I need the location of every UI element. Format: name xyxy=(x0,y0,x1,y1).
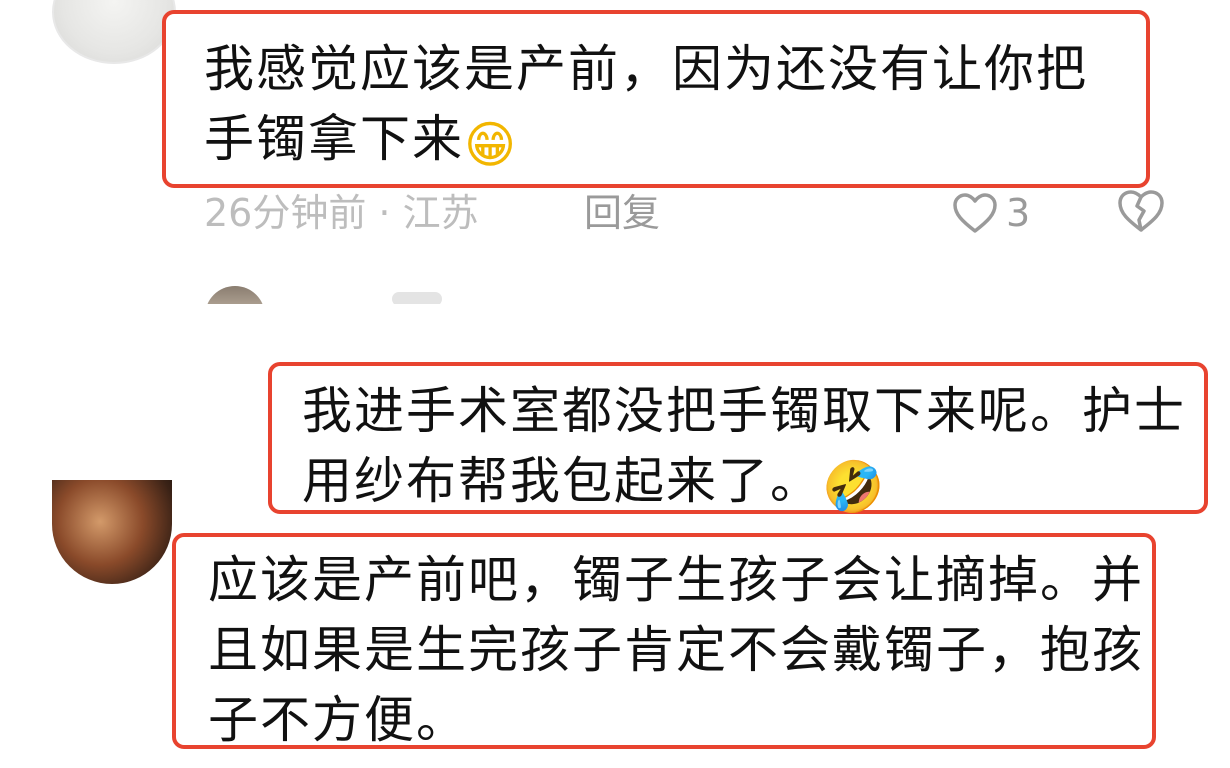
comment-bubble-1: 我感觉应该是产前，因为还没有让你把手镯拿下来😁 xyxy=(162,10,1150,188)
heart-outline-icon xyxy=(953,193,997,233)
avatar-commenter-1[interactable] xyxy=(52,0,176,64)
broken-heart-icon xyxy=(1118,190,1164,232)
comment-text-2: 我进手术室都没把手镯取下来呢。护士用纱布帮我包起来了。🤣 xyxy=(302,376,1202,516)
like-button[interactable]: 3 xyxy=(952,188,1030,238)
like-count: 3 xyxy=(1006,191,1031,235)
dislike-button[interactable] xyxy=(1116,188,1166,238)
comment-meta-1: 26分钟前 · 江苏 xyxy=(204,191,479,235)
comment-text-1-body: 我感觉应该是产前，因为还没有让你把手镯拿下来 xyxy=(204,40,1088,168)
comment-bubble-2: 我进手术室都没把手镯取下来呢。护士用纱布帮我包起来了。🤣 xyxy=(268,362,1208,514)
avatar-commenter-3[interactable] xyxy=(52,480,172,584)
grinning-face-icon: 😁 xyxy=(464,116,519,174)
rolling-laughing-face-icon: 🤣 xyxy=(822,458,887,516)
comment-text-1: 我感觉应该是产前，因为还没有让你把手镯拿下来😁 xyxy=(204,34,1134,174)
comment-bubble-3: 应该是产前吧，镯子生孩子会让摘掉。并且如果是生完孩子肯定不会戴镯子，抱孩子不方便… xyxy=(172,533,1156,749)
reply-button[interactable]: 回复 xyxy=(584,188,660,238)
scroll-clip xyxy=(0,304,1230,364)
comment-text-2-body: 我进手术室都没把手镯取下来呢。护士用纱布帮我包起来了。 xyxy=(302,382,1186,510)
comment-text-3: 应该是产前吧，镯子生孩子会让摘掉。并且如果是生完孩子肯定不会戴镯子，抱孩子不方便… xyxy=(208,551,1144,749)
